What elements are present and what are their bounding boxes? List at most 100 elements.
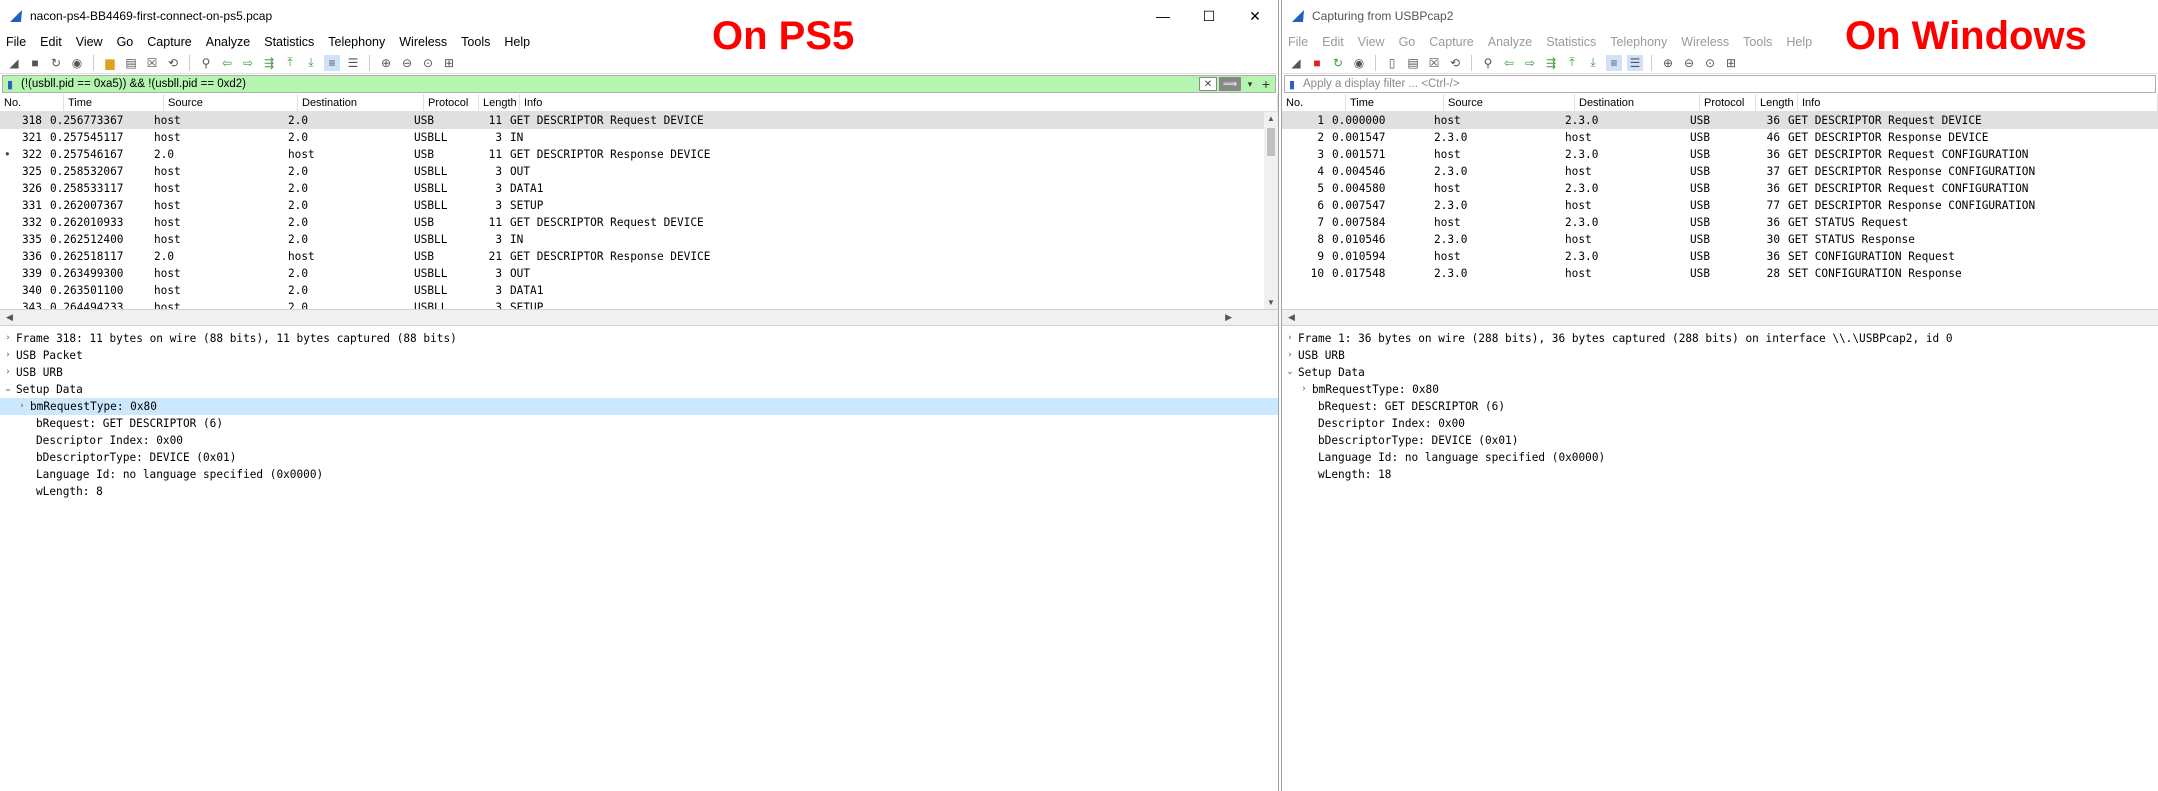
menu-statistics[interactable]: Statistics [264, 35, 314, 49]
filter-history-dropdown-icon[interactable]: ▾ [1243, 79, 1257, 90]
go-forward-icon[interactable]: ⇨ [240, 55, 256, 71]
scroll-down-icon[interactable]: ▼ [1267, 298, 1275, 307]
stop-capture-icon[interactable]: ■ [1309, 55, 1325, 71]
table-row[interactable]: 10 0.017548 2.3.0 host USB 28 SET CONFIGURATIO… [1282, 265, 2158, 282]
menu-wireless[interactable]: Wireless [399, 35, 447, 49]
menu-file[interactable]: File [1288, 35, 1308, 49]
colorize-icon[interactable]: ☰ [345, 55, 361, 71]
detail-setup-data[interactable]: ⌄ Setup Data [0, 381, 1278, 398]
go-back-icon[interactable]: ⇦ [219, 55, 235, 71]
bookmark-icon[interactable]: ▮ [1285, 76, 1299, 92]
table-row[interactable]: 318 0.256773367 host 2.0 USB 11 GET DESCRIPTOR… [0, 112, 1278, 129]
display-filter-input[interactable] [1299, 76, 2155, 92]
find-packet-icon[interactable]: ⚲ [1480, 55, 1496, 71]
scroll-up-icon[interactable]: ▲ [1267, 114, 1275, 123]
menu-help[interactable]: Help [1786, 35, 1812, 49]
table-row[interactable]: 7 0.007584 host 2.3.0 USB 36 GET STATUS Reques… [1282, 214, 2158, 231]
menu-help[interactable]: Help [504, 35, 530, 49]
detail-bdescriptortype[interactable]: bDescriptorType: DEVICE (0x01) [1282, 432, 2158, 449]
go-back-icon[interactable]: ⇦ [1501, 55, 1517, 71]
col-length[interactable]: Length [479, 94, 520, 112]
menu-telephony[interactable]: Telephony [1610, 35, 1667, 49]
reload-file-icon[interactable]: ⟲ [165, 55, 181, 71]
table-row[interactable]: 325 0.258532067 host 2.0 USBLL 3 OUT [0, 163, 1278, 180]
menu-analyze[interactable]: Analyze [206, 35, 250, 49]
menu-telephony[interactable]: Telephony [328, 35, 385, 49]
autoscroll-icon[interactable]: ≡ [324, 54, 340, 71]
last-packet-icon[interactable]: ⤓ [303, 55, 319, 71]
restart-capture-icon[interactable]: ↻ [1330, 55, 1346, 71]
expand-arrow-icon[interactable]: › [0, 364, 16, 381]
table-row[interactable]: 8 0.010546 2.3.0 host USB 30 GET STATUS Respon… [1282, 231, 2158, 248]
detail-setup-data[interactable]: ⌄ Setup Data [1282, 364, 2158, 381]
menu-edit[interactable]: Edit [1322, 35, 1344, 49]
detail-bmrequesttype[interactable]: › bmRequestType: 0x80 [1282, 381, 2158, 398]
detail-bmrequesttype[interactable]: › bmRequestType: 0x80 [0, 398, 1278, 415]
expand-arrow-icon[interactable]: › [0, 347, 16, 364]
table-row[interactable]: 343 0.264494233 host 2.0 USBLL 3 SETUP [0, 299, 1278, 309]
col-protocol[interactable]: Protocol [1700, 94, 1756, 112]
col-info[interactable]: Info [520, 94, 1278, 112]
detail-descriptor-index[interactable]: Descriptor Index: 0x00 [1282, 415, 2158, 432]
save-file-icon[interactable]: ▤ [123, 55, 139, 71]
menu-tools[interactable]: Tools [1743, 35, 1772, 49]
reload-file-icon[interactable]: ⟲ [1447, 55, 1463, 71]
col-no[interactable]: No. [1282, 94, 1346, 112]
packet-list-hscrollbar[interactable]: ◀ ▶ [0, 310, 1278, 326]
table-row[interactable]: 339 0.263499300 host 2.0 USBLL 3 OUT [0, 265, 1278, 282]
maximize-button[interactable]: ☐ [1186, 0, 1232, 32]
detail-language-id[interactable]: Language Id: no language specified (0x00… [0, 466, 1278, 483]
zoom-normal-icon[interactable]: ⊙ [1702, 55, 1718, 71]
col-time[interactable]: Time [1346, 94, 1444, 112]
open-file-icon[interactable]: ▆ [102, 55, 118, 71]
apply-filter-arrow-icon[interactable]: ⟹ [1219, 77, 1241, 91]
scroll-right-icon[interactable]: ▶ [1225, 312, 1232, 323]
col-protocol[interactable]: Protocol [424, 94, 479, 112]
clear-filter-icon[interactable]: ✕ [1199, 77, 1217, 91]
col-destination[interactable]: Destination [298, 94, 424, 112]
menu-tools[interactable]: Tools [461, 35, 490, 49]
scroll-thumb[interactable] [1267, 128, 1275, 156]
detail-usb-packet[interactable]: › USB Packet [0, 347, 1278, 364]
table-row[interactable]: 321 0.257545117 host 2.0 USBLL 3 IN [0, 129, 1278, 146]
packet-list-vscrollbar[interactable]: ▲ ▼ [1264, 112, 1278, 309]
close-file-icon[interactable]: ☒ [1426, 55, 1442, 71]
zoom-in-icon[interactable]: ⊕ [1660, 55, 1676, 71]
expand-arrow-icon[interactable]: › [1296, 381, 1312, 398]
table-row[interactable]: 6 0.007547 2.3.0 host USB 77 GET DESCRIPTOR Re… [1282, 197, 2158, 214]
col-length[interactable]: Length [1756, 94, 1798, 112]
detail-brequest[interactable]: bRequest: GET DESCRIPTOR (6) [1282, 398, 2158, 415]
detail-frame[interactable]: › Frame 1: 36 bytes on wire (288 bits), 3… [1282, 330, 2158, 347]
zoom-out-icon[interactable]: ⊖ [399, 55, 415, 71]
detail-usb-urb[interactable]: › USB URB [1282, 347, 2158, 364]
menu-statistics[interactable]: Statistics [1546, 35, 1596, 49]
table-row[interactable]: 9 0.010594 host 2.3.0 USB 36 SET CONFIGURATION… [1282, 248, 2158, 265]
collapse-arrow-icon[interactable]: ⌄ [0, 381, 16, 398]
menu-go[interactable]: Go [117, 35, 134, 49]
menu-file[interactable]: File [6, 35, 26, 49]
close-file-icon[interactable]: ☒ [144, 55, 160, 71]
display-filter-input[interactable] [17, 76, 1199, 92]
table-row[interactable]: 2 0.001547 2.3.0 host USB 46 GET DESCRIPTOR Re… [1282, 129, 2158, 146]
detail-language-id[interactable]: Language Id: no language specified (0x00… [1282, 449, 2158, 466]
table-row[interactable]: 4 0.004546 2.3.0 host USB 37 GET DESCRIPTOR Re… [1282, 163, 2158, 180]
restart-capture-icon[interactable]: ↻ [48, 55, 64, 71]
go-to-packet-icon[interactable]: ⇶ [261, 55, 277, 71]
menu-analyze[interactable]: Analyze [1488, 35, 1532, 49]
expand-arrow-icon[interactable]: › [1282, 347, 1298, 364]
menu-capture[interactable]: Capture [147, 35, 191, 49]
detail-brequest[interactable]: bRequest: GET DESCRIPTOR (6) [0, 415, 1278, 432]
menu-view[interactable]: View [76, 35, 103, 49]
col-destination[interactable]: Destination [1575, 94, 1700, 112]
last-packet-icon[interactable]: ⤓ [1585, 55, 1601, 71]
menu-go[interactable]: Go [1399, 35, 1416, 49]
detail-frame[interactable]: › Frame 318: 11 bytes on wire (88 bits), … [0, 330, 1278, 347]
zoom-in-icon[interactable]: ⊕ [378, 55, 394, 71]
col-source[interactable]: Source [164, 94, 298, 112]
collapse-arrow-icon[interactable]: ⌄ [1282, 364, 1298, 381]
col-info[interactable]: Info [1798, 94, 2158, 112]
autoscroll-icon[interactable]: ≡ [1606, 54, 1622, 71]
detail-bdescriptortype[interactable]: bDescriptorType: DEVICE (0x01) [0, 449, 1278, 466]
minimize-button[interactable]: — [1140, 0, 1186, 32]
expand-arrow-icon[interactable]: › [14, 398, 30, 415]
